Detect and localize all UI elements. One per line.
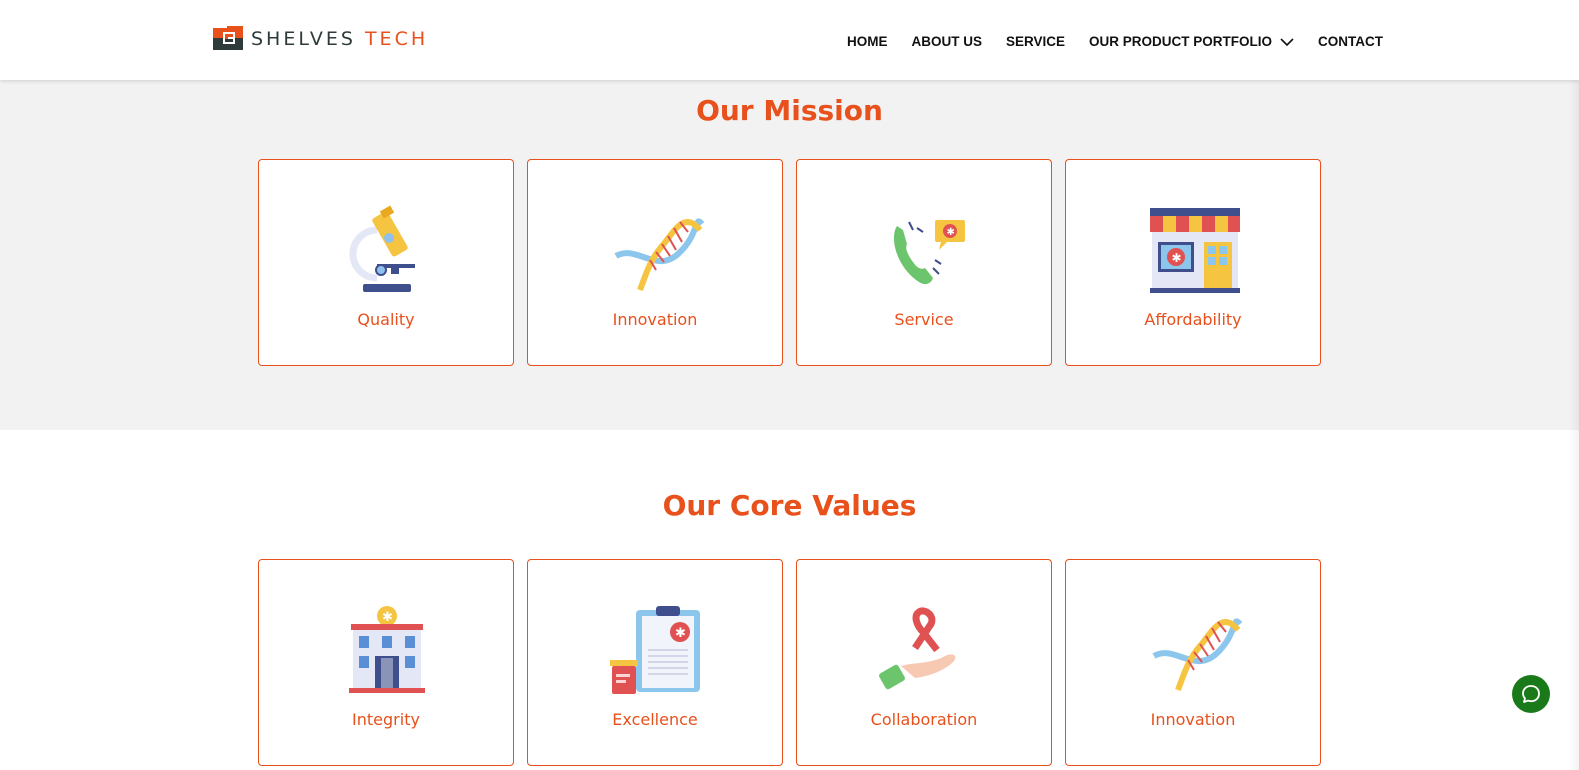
svg-text:✱: ✱ <box>1172 251 1182 265</box>
value-card-innovation-label: Innovation <box>1150 710 1236 729</box>
nav-contact[interactable]: CONTACT <box>1318 34 1383 49</box>
mission-card-innovation-label: Innovation <box>612 310 698 329</box>
mission-cards: Quality Innovation ✱ Service ✱ Affordabi… <box>258 159 1321 366</box>
mission-section: Our Mission Quality Innovation ✱ Service… <box>0 80 1579 430</box>
svg-text:✱: ✱ <box>382 610 393 625</box>
brand-name: SHELVES TECH <box>251 28 428 50</box>
logo-mark-icon <box>213 26 243 50</box>
mission-card-innovation: Innovation <box>527 159 783 366</box>
value-card-collaboration-label: Collaboration <box>870 710 978 729</box>
svg-text:✱: ✱ <box>675 626 686 641</box>
pharmacy-store-icon: ✱ <box>1150 208 1240 293</box>
value-card-collaboration: Collaboration <box>796 559 1052 766</box>
mission-card-quality: Quality <box>258 159 514 366</box>
value-card-excellence-label: Excellence <box>612 710 698 729</box>
nav-service[interactable]: SERVICE <box>1006 34 1065 49</box>
core-values-title: Our Core Values <box>662 489 917 522</box>
mission-card-affordability-label: Affordability <box>1144 310 1242 329</box>
site-header: SHELVES TECH HOME ABOUT US SERVICE OUR P… <box>0 0 1579 80</box>
svg-text:✱: ✱ <box>947 227 955 238</box>
microscope-icon <box>349 205 415 292</box>
nav-home[interactable]: HOME <box>847 34 888 49</box>
dna-icon <box>1152 618 1243 692</box>
brand-name-part2: TECH <box>364 28 429 50</box>
nav-product-portfolio[interactable]: OUR PRODUCT PORTFOLIO <box>1089 34 1294 49</box>
chevron-down-icon <box>1280 37 1294 46</box>
nav-product-portfolio-label: OUR PRODUCT PORTFOLIO <box>1089 34 1273 49</box>
nav-about-us-label: ABOUT US <box>911 34 983 49</box>
chat-button[interactable] <box>1512 675 1550 713</box>
mission-card-service: ✱ Service <box>796 159 1052 366</box>
chat-bubble-icon <box>1522 685 1540 703</box>
mission-card-affordability: ✱ Affordability <box>1065 159 1321 366</box>
core-values-cards: ✱ Integrity ✱ Excellence Collaboration I… <box>258 559 1321 766</box>
value-card-integrity-label: Integrity <box>352 710 420 729</box>
mission-card-service-label: Service <box>894 310 954 329</box>
mission-title: Our Mission <box>696 94 883 127</box>
medical-clipboard-icon: ✱ <box>610 606 700 694</box>
core-values-section: Our Core Values ✱ Integrity ✱ Excellence… <box>0 430 1579 770</box>
dna-icon <box>614 218 705 292</box>
value-card-integrity: ✱ Integrity <box>258 559 514 766</box>
hospital-building-icon: ✱ <box>349 606 425 693</box>
ribbon-hand-icon <box>879 607 956 690</box>
phone-call-icon: ✱ <box>893 220 965 285</box>
value-card-innovation: Innovation <box>1065 559 1321 766</box>
main-nav: HOME ABOUT US SERVICE OUR PRODUCT PORTFO… <box>847 34 1383 49</box>
nav-about-us[interactable]: ABOUT US <box>912 34 983 49</box>
nav-service-label: SERVICE <box>1006 34 1066 49</box>
brand-name-part1: SHELVES <box>251 28 365 50</box>
value-card-excellence: ✱ Excellence <box>527 559 783 766</box>
brand-logo[interactable]: SHELVES TECH <box>213 26 428 52</box>
nav-contact-label: CONTACT <box>1318 34 1384 49</box>
mission-card-quality-label: Quality <box>357 310 415 329</box>
nav-home-label: HOME <box>847 34 888 49</box>
page-edge-shadow <box>1569 0 1579 770</box>
